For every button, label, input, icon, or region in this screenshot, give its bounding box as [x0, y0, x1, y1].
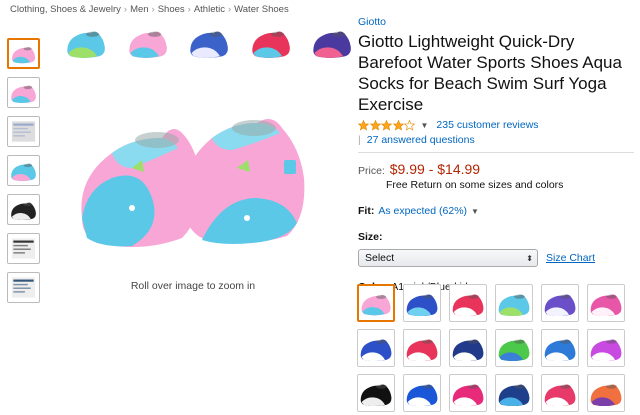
main-product-image[interactable]: [72, 68, 312, 258]
size-label: Size:: [358, 231, 383, 243]
color-swatch-grid: [357, 284, 633, 412]
free-return-note: Free Return on some sizes and colors: [386, 179, 564, 191]
chevron-down-icon[interactable]: ▼: [471, 207, 479, 216]
star-rating[interactable]: [358, 119, 416, 131]
color-swatch[interactable]: [541, 284, 579, 322]
color-swatch[interactable]: [357, 329, 395, 367]
thumbnail-feature-panel[interactable]: [7, 233, 40, 264]
star-filled-icon: [369, 119, 381, 131]
thumbnail-shoe-black-sole[interactable]: [7, 194, 40, 225]
color-swatch[interactable]: [541, 374, 579, 412]
color-preview-shoe[interactable]: [187, 20, 231, 64]
color-preview-shoe[interactable]: [126, 20, 170, 64]
breadcrumb-separator: ›: [227, 4, 232, 15]
price-value: $9.99 - $14.99: [389, 161, 481, 177]
breadcrumb-separator: ›: [151, 4, 155, 15]
chevron-down-icon[interactable]: ▼: [421, 121, 429, 130]
color-swatch[interactable]: [587, 374, 625, 412]
answered-questions-link[interactable]: 27 answered questions: [367, 134, 475, 146]
answered-questions-row: | 27 answered questions: [358, 134, 634, 146]
breadcrumb: Clothing, Shoes & Jewelry › Men › Shoes › Athl…: [10, 4, 289, 15]
size-row: Select ⬍ Size Chart: [358, 249, 634, 267]
breadcrumb-link[interactable]: Shoes: [158, 4, 185, 15]
color-swatch[interactable]: [541, 329, 579, 367]
breadcrumb-separator: ›: [123, 4, 128, 15]
product-title: Giotto Lightweight Quick-Dry Barefoot Wa…: [358, 32, 622, 114]
color-swatch[interactable]: [403, 374, 441, 412]
color-swatch[interactable]: [495, 284, 533, 322]
divider: [358, 152, 634, 153]
star-filled-icon: [358, 119, 369, 131]
fit-value-link[interactable]: As expected (62%): [378, 205, 467, 217]
thumbnail-list: [7, 38, 41, 311]
color-preview-shoe[interactable]: [249, 20, 293, 64]
color-swatch[interactable]: [449, 329, 487, 367]
color-swatch[interactable]: [495, 374, 533, 412]
star-filled-icon: [392, 119, 404, 131]
breadcrumb-link[interactable]: Clothing, Shoes & Jewelry: [10, 4, 121, 15]
thumbnail-feature-panel-2[interactable]: [7, 272, 40, 303]
color-swatch[interactable]: [403, 284, 441, 322]
color-swatch[interactable]: [403, 329, 441, 367]
brand-link[interactable]: Giotto: [358, 16, 634, 28]
color-preview-shoe[interactable]: [64, 20, 108, 64]
color-swatch[interactable]: [587, 329, 625, 367]
price-row: Price: $9.99 - $14.99: [358, 161, 634, 177]
zoom-hint: Roll over image to zoom in: [130, 280, 256, 292]
size-select[interactable]: Select ⬍: [358, 249, 538, 267]
thumbnail-size-chart[interactable]: [7, 116, 40, 147]
reviews-link[interactable]: 235 customer reviews: [436, 119, 538, 131]
breadcrumb-separator: ›: [187, 4, 191, 15]
color-swatch[interactable]: [357, 284, 395, 322]
thumbnail-shoe-pink-blue[interactable]: [7, 38, 40, 69]
size-select-value: Select: [365, 252, 395, 264]
color-swatch[interactable]: [449, 374, 487, 412]
product-details: Giotto Giotto Lightweight Quick-Dry Bare…: [358, 16, 634, 293]
breadcrumb-link[interactable]: Men: [130, 4, 148, 15]
size-chart-link[interactable]: Size Chart: [546, 252, 595, 264]
product-shoes-image: [81, 119, 305, 247]
color-preview-shoe[interactable]: [310, 20, 354, 64]
color-swatch[interactable]: [449, 284, 487, 322]
color-swatch[interactable]: [357, 374, 395, 412]
star-filled-icon: [381, 119, 392, 131]
color-swatch[interactable]: [495, 329, 533, 367]
rating-row: ▼ 235 customer reviews: [358, 119, 634, 131]
price-label: Price:: [358, 165, 385, 177]
select-arrows-icon: ⬍: [526, 253, 533, 263]
fit-row: Fit: As expected (62%) ▼: [358, 205, 634, 217]
color-swatch[interactable]: [587, 284, 625, 322]
thumbnail-shoe-pink-blue-side[interactable]: [7, 77, 40, 108]
breadcrumb-link[interactable]: Athletic: [194, 4, 225, 15]
divider-bar: |: [358, 134, 361, 146]
breadcrumb-link[interactable]: Water Shoes: [234, 4, 289, 15]
color-preview-strip: [64, 20, 354, 66]
star-empty-icon: [404, 119, 415, 131]
fit-label: Fit:: [358, 205, 375, 217]
thumbnail-shoe-sole[interactable]: [7, 155, 40, 186]
